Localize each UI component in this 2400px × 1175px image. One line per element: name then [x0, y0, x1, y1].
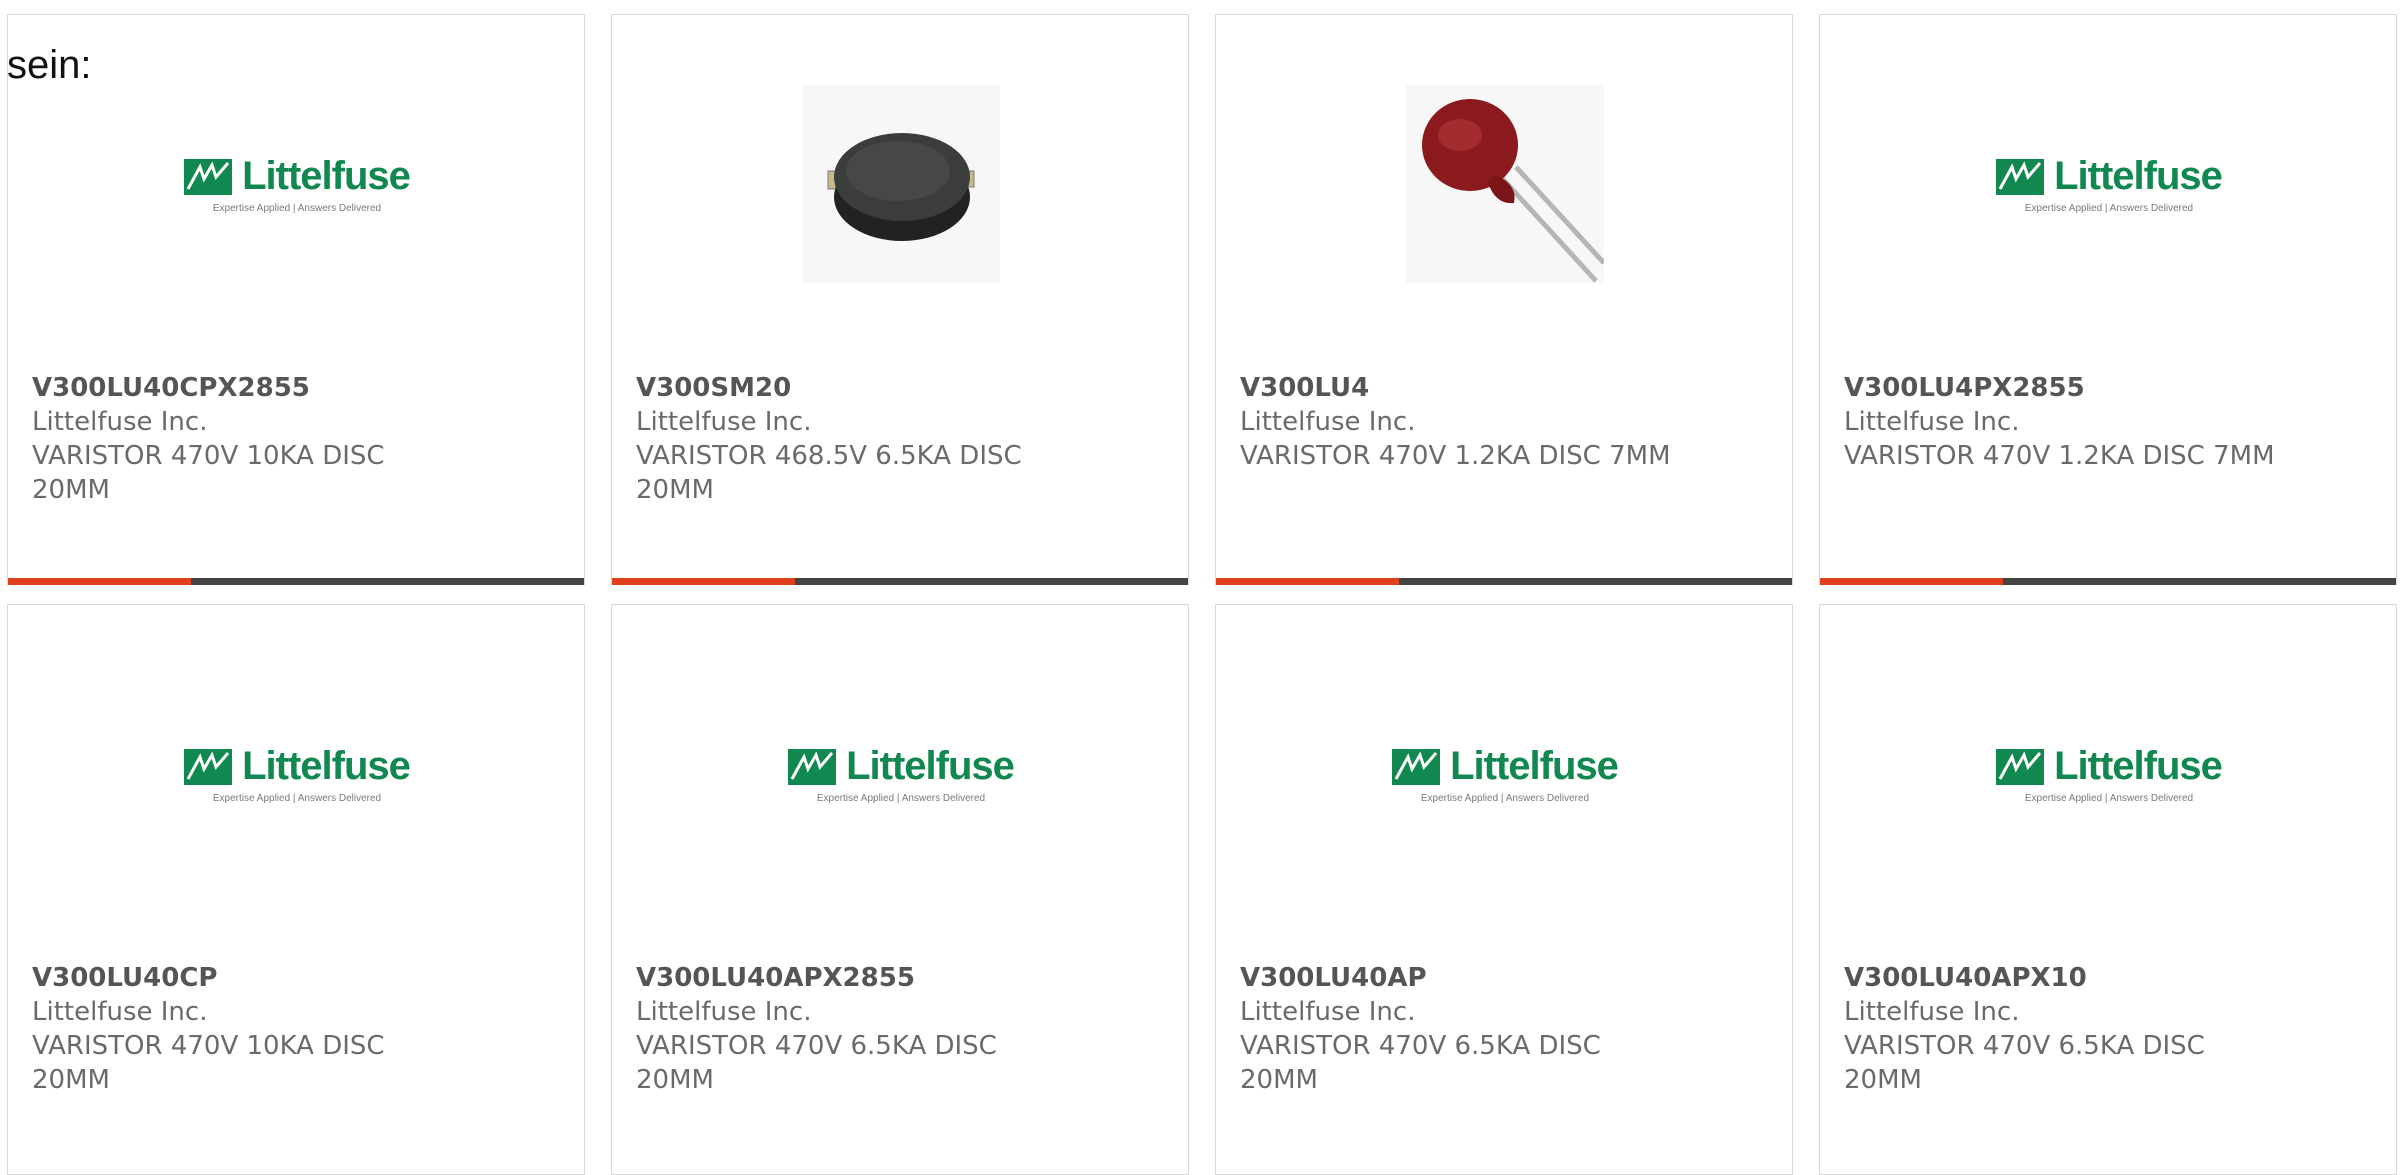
card-bottom-bar: [8, 578, 584, 585]
logo-wordmark: Littelfuse: [2054, 154, 2223, 198]
littelfuse-logo: Littelfuse Expertise Applied | Answers D…: [184, 744, 411, 804]
intro-text: sein:: [7, 43, 92, 87]
product-image: Littelfuse Expertise Applied | Answers D…: [788, 675, 1015, 873]
littelfuse-mark-icon: [1392, 748, 1441, 785]
manufacturer: Littelfuse Inc.: [32, 997, 208, 1027]
card-bottom-bar: [1216, 578, 1792, 585]
product-card[interactable]: Littelfuse Expertise Applied | Answers D…: [611, 604, 1189, 1175]
part-number-link[interactable]: V300LU40APX10: [1844, 961, 2376, 995]
littelfuse-logo: Littelfuse Expertise Applied | Answers D…: [1996, 154, 2223, 214]
manufacturer: Littelfuse Inc.: [636, 407, 812, 437]
product-card[interactable]: Littelfuse Expertise Applied | Answers D…: [7, 14, 585, 585]
manufacturer: Littelfuse Inc.: [1844, 407, 2020, 437]
littelfuse-mark-icon: [788, 748, 837, 785]
description: VARISTOR 470V 1.2KA DISC 7MM: [1844, 441, 2275, 471]
part-number-link[interactable]: V300LU40APX2855: [636, 961, 1168, 995]
product-image: Littelfuse Expertise Applied | Answers D…: [1392, 675, 1619, 873]
product-card[interactable]: V300LU4 Littelfuse Inc. VARISTOR 470V 1.…: [1215, 14, 1793, 585]
logo-wordmark: Littelfuse: [2054, 744, 2223, 788]
product-image: Littelfuse Expertise Applied | Answers D…: [184, 675, 411, 873]
logo-tagline: Expertise Applied | Answers Delivered: [212, 793, 382, 804]
logo-tagline: Expertise Applied | Answers Delivered: [2024, 793, 2194, 804]
product-image: [802, 85, 1000, 283]
littelfuse-logo: Littelfuse Expertise Applied | Answers D…: [1392, 744, 1619, 804]
product-card[interactable]: Littelfuse Expertise Applied | Answers D…: [1215, 604, 1793, 1175]
product-card[interactable]: Littelfuse Expertise Applied | Answers D…: [1819, 14, 2397, 585]
product-card[interactable]: Littelfuse Expertise Applied | Answers D…: [7, 604, 585, 1175]
description: VARISTOR 470V 6.5KA DISC 20MM: [636, 1031, 997, 1095]
disk-varistor-photo: [802, 85, 1000, 283]
product-grid: Littelfuse Expertise Applied | Answers D…: [0, 0, 2400, 1175]
part-number-link[interactable]: V300LU4: [1240, 371, 1772, 405]
description: VARISTOR 470V 6.5KA DISC 20MM: [1240, 1031, 1601, 1095]
logo-wordmark: Littelfuse: [846, 744, 1015, 788]
littelfuse-logo: Littelfuse Expertise Applied | Answers D…: [184, 154, 411, 214]
card-bottom-bar: [1820, 578, 2396, 585]
card-accent-bar: [1820, 578, 2003, 585]
product-image: Littelfuse Expertise Applied | Answers D…: [1996, 85, 2223, 283]
description: VARISTOR 470V 10KA DISC 20MM: [32, 1031, 385, 1095]
logo-wordmark: Littelfuse: [242, 744, 411, 788]
product-image: Littelfuse Expertise Applied | Answers D…: [1996, 675, 2223, 873]
littelfuse-mark-icon: [184, 158, 233, 195]
logo-tagline: Expertise Applied | Answers Delivered: [2024, 203, 2194, 214]
logo-tagline: Expertise Applied | Answers Delivered: [212, 203, 382, 214]
part-number-link[interactable]: V300SM20: [636, 371, 1168, 405]
littelfuse-mark-icon: [1996, 748, 2045, 785]
description: VARISTOR 470V 10KA DISC 20MM: [32, 441, 385, 505]
radial-varistor-photo: [1406, 85, 1606, 283]
product-image: [1406, 85, 1606, 283]
manufacturer: Littelfuse Inc.: [1240, 997, 1416, 1027]
product-image: Littelfuse Expertise Applied | Answers D…: [184, 85, 411, 283]
part-number-link[interactable]: V300LU40CP: [32, 961, 564, 995]
product-card[interactable]: V300SM20 Littelfuse Inc. VARISTOR 468.5V…: [611, 14, 1189, 585]
manufacturer: Littelfuse Inc.: [1844, 997, 2020, 1027]
littelfuse-logo: Littelfuse Expertise Applied | Answers D…: [1996, 744, 2223, 804]
logo-wordmark: Littelfuse: [1450, 744, 1619, 788]
description: VARISTOR 468.5V 6.5KA DISC 20MM: [636, 441, 1022, 505]
manufacturer: Littelfuse Inc.: [32, 407, 208, 437]
logo-tagline: Expertise Applied | Answers Delivered: [1420, 793, 1590, 804]
part-number-link[interactable]: V300LU40CPX2855: [32, 371, 564, 405]
card-accent-bar: [8, 578, 191, 585]
product-card[interactable]: Littelfuse Expertise Applied | Answers D…: [1819, 604, 2397, 1175]
logo-wordmark: Littelfuse: [242, 154, 411, 198]
manufacturer: Littelfuse Inc.: [1240, 407, 1416, 437]
description: VARISTOR 470V 1.2KA DISC 7MM: [1240, 441, 1671, 471]
description: VARISTOR 470V 6.5KA DISC 20MM: [1844, 1031, 2205, 1095]
logo-tagline: Expertise Applied | Answers Delivered: [816, 793, 986, 804]
part-number-link[interactable]: V300LU4PX2855: [1844, 371, 2376, 405]
card-accent-bar: [612, 578, 795, 585]
littelfuse-logo: Littelfuse Expertise Applied | Answers D…: [788, 744, 1015, 804]
card-accent-bar: [1216, 578, 1399, 585]
littelfuse-mark-icon: [1996, 158, 2045, 195]
part-number-link[interactable]: V300LU40AP: [1240, 961, 1772, 995]
manufacturer: Littelfuse Inc.: [636, 997, 812, 1027]
littelfuse-mark-icon: [184, 748, 233, 785]
card-bottom-bar: [612, 578, 1188, 585]
